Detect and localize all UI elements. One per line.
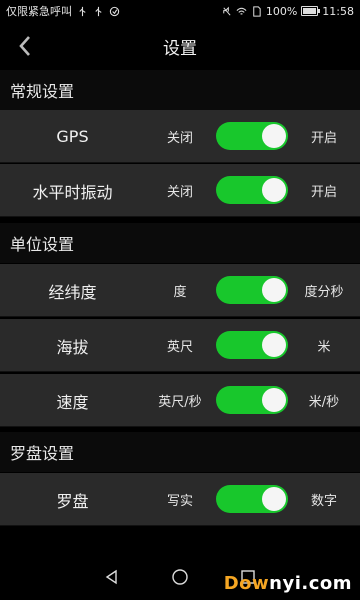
- setting-label: 罗盘: [56, 491, 89, 511]
- compass-toggle[interactable]: [216, 485, 288, 513]
- setting-row-altitude: 海拔 英尺 米: [0, 319, 360, 372]
- sim-icon: [253, 5, 261, 17]
- page-title: 设置: [163, 38, 197, 59]
- nav-home-icon[interactable]: [169, 566, 191, 588]
- notification-icon: [109, 6, 120, 16]
- on-label: 米/秒: [308, 395, 340, 410]
- setting-row-level-vibration: 水平时振动 关闭 开启: [0, 164, 360, 217]
- status-bar: 仅限紧急呼叫 100% 11:58: [0, 0, 360, 22]
- off-label: 度: [173, 285, 187, 300]
- altitude-toggle[interactable]: [216, 331, 288, 359]
- on-label: 米: [317, 340, 331, 355]
- nav-back-icon[interactable]: [101, 566, 123, 588]
- battery-percent: 100%: [265, 4, 298, 18]
- setting-label: 水平时振动: [32, 182, 113, 202]
- toggle-knob: [262, 278, 286, 302]
- status-left: 仅限紧急呼叫: [6, 3, 120, 19]
- toggle-knob: [262, 178, 286, 202]
- off-label: 关闭: [166, 185, 193, 200]
- app-header: 设置: [0, 22, 360, 71]
- section-compass: 罗盘设置: [0, 432, 360, 472]
- off-label: 英尺/秒: [158, 395, 202, 410]
- vibration-toggle[interactable]: [216, 176, 288, 204]
- wifi-icon: [236, 7, 247, 15]
- setting-row-latlon: 经纬度 度 度分秒: [0, 264, 360, 317]
- speed-toggle[interactable]: [216, 386, 288, 414]
- setting-label: 经纬度: [48, 282, 97, 302]
- section-title: 单位设置: [10, 235, 75, 254]
- mute-icon: [223, 6, 231, 15]
- toggle-knob: [262, 388, 286, 412]
- toggle-knob: [262, 487, 286, 511]
- usb-icon: [79, 6, 86, 16]
- section-title: 常规设置: [10, 82, 75, 101]
- on-label: 开启: [310, 131, 337, 146]
- setting-label: GPS: [56, 127, 89, 146]
- gps-toggle[interactable]: [216, 122, 288, 150]
- back-arrow-icon[interactable]: [14, 34, 38, 58]
- latlon-toggle[interactable]: [216, 276, 288, 304]
- section-units: 单位设置: [0, 223, 360, 263]
- setting-row-speed: 速度 英尺/秒 米/秒: [0, 374, 360, 427]
- clock: 11:58: [322, 4, 354, 18]
- toggle-knob: [262, 124, 286, 148]
- off-label: 关闭: [166, 131, 193, 146]
- setting-label: 速度: [56, 392, 89, 412]
- off-label: 写实: [166, 494, 193, 509]
- setting-row-gps: GPS 关闭 开启: [0, 110, 360, 163]
- on-label: 数字: [310, 494, 337, 509]
- on-label: 度分秒: [304, 285, 344, 300]
- off-label: 英尺: [166, 340, 193, 355]
- section-general: 常规设置: [0, 70, 360, 110]
- toggle-knob: [262, 333, 286, 357]
- section-title: 罗盘设置: [10, 444, 75, 463]
- watermark-logo: Downyi.com: [223, 573, 352, 594]
- setting-label: 海拔: [56, 337, 89, 357]
- on-label: 开启: [310, 185, 337, 200]
- setting-row-compass: 罗盘 写实 数字: [0, 473, 360, 526]
- carrier-text: 仅限紧急呼叫: [6, 5, 72, 18]
- usb-icon: [95, 6, 102, 16]
- battery-icon: [301, 6, 321, 16]
- status-right: 100% 11:58: [221, 5, 354, 18]
